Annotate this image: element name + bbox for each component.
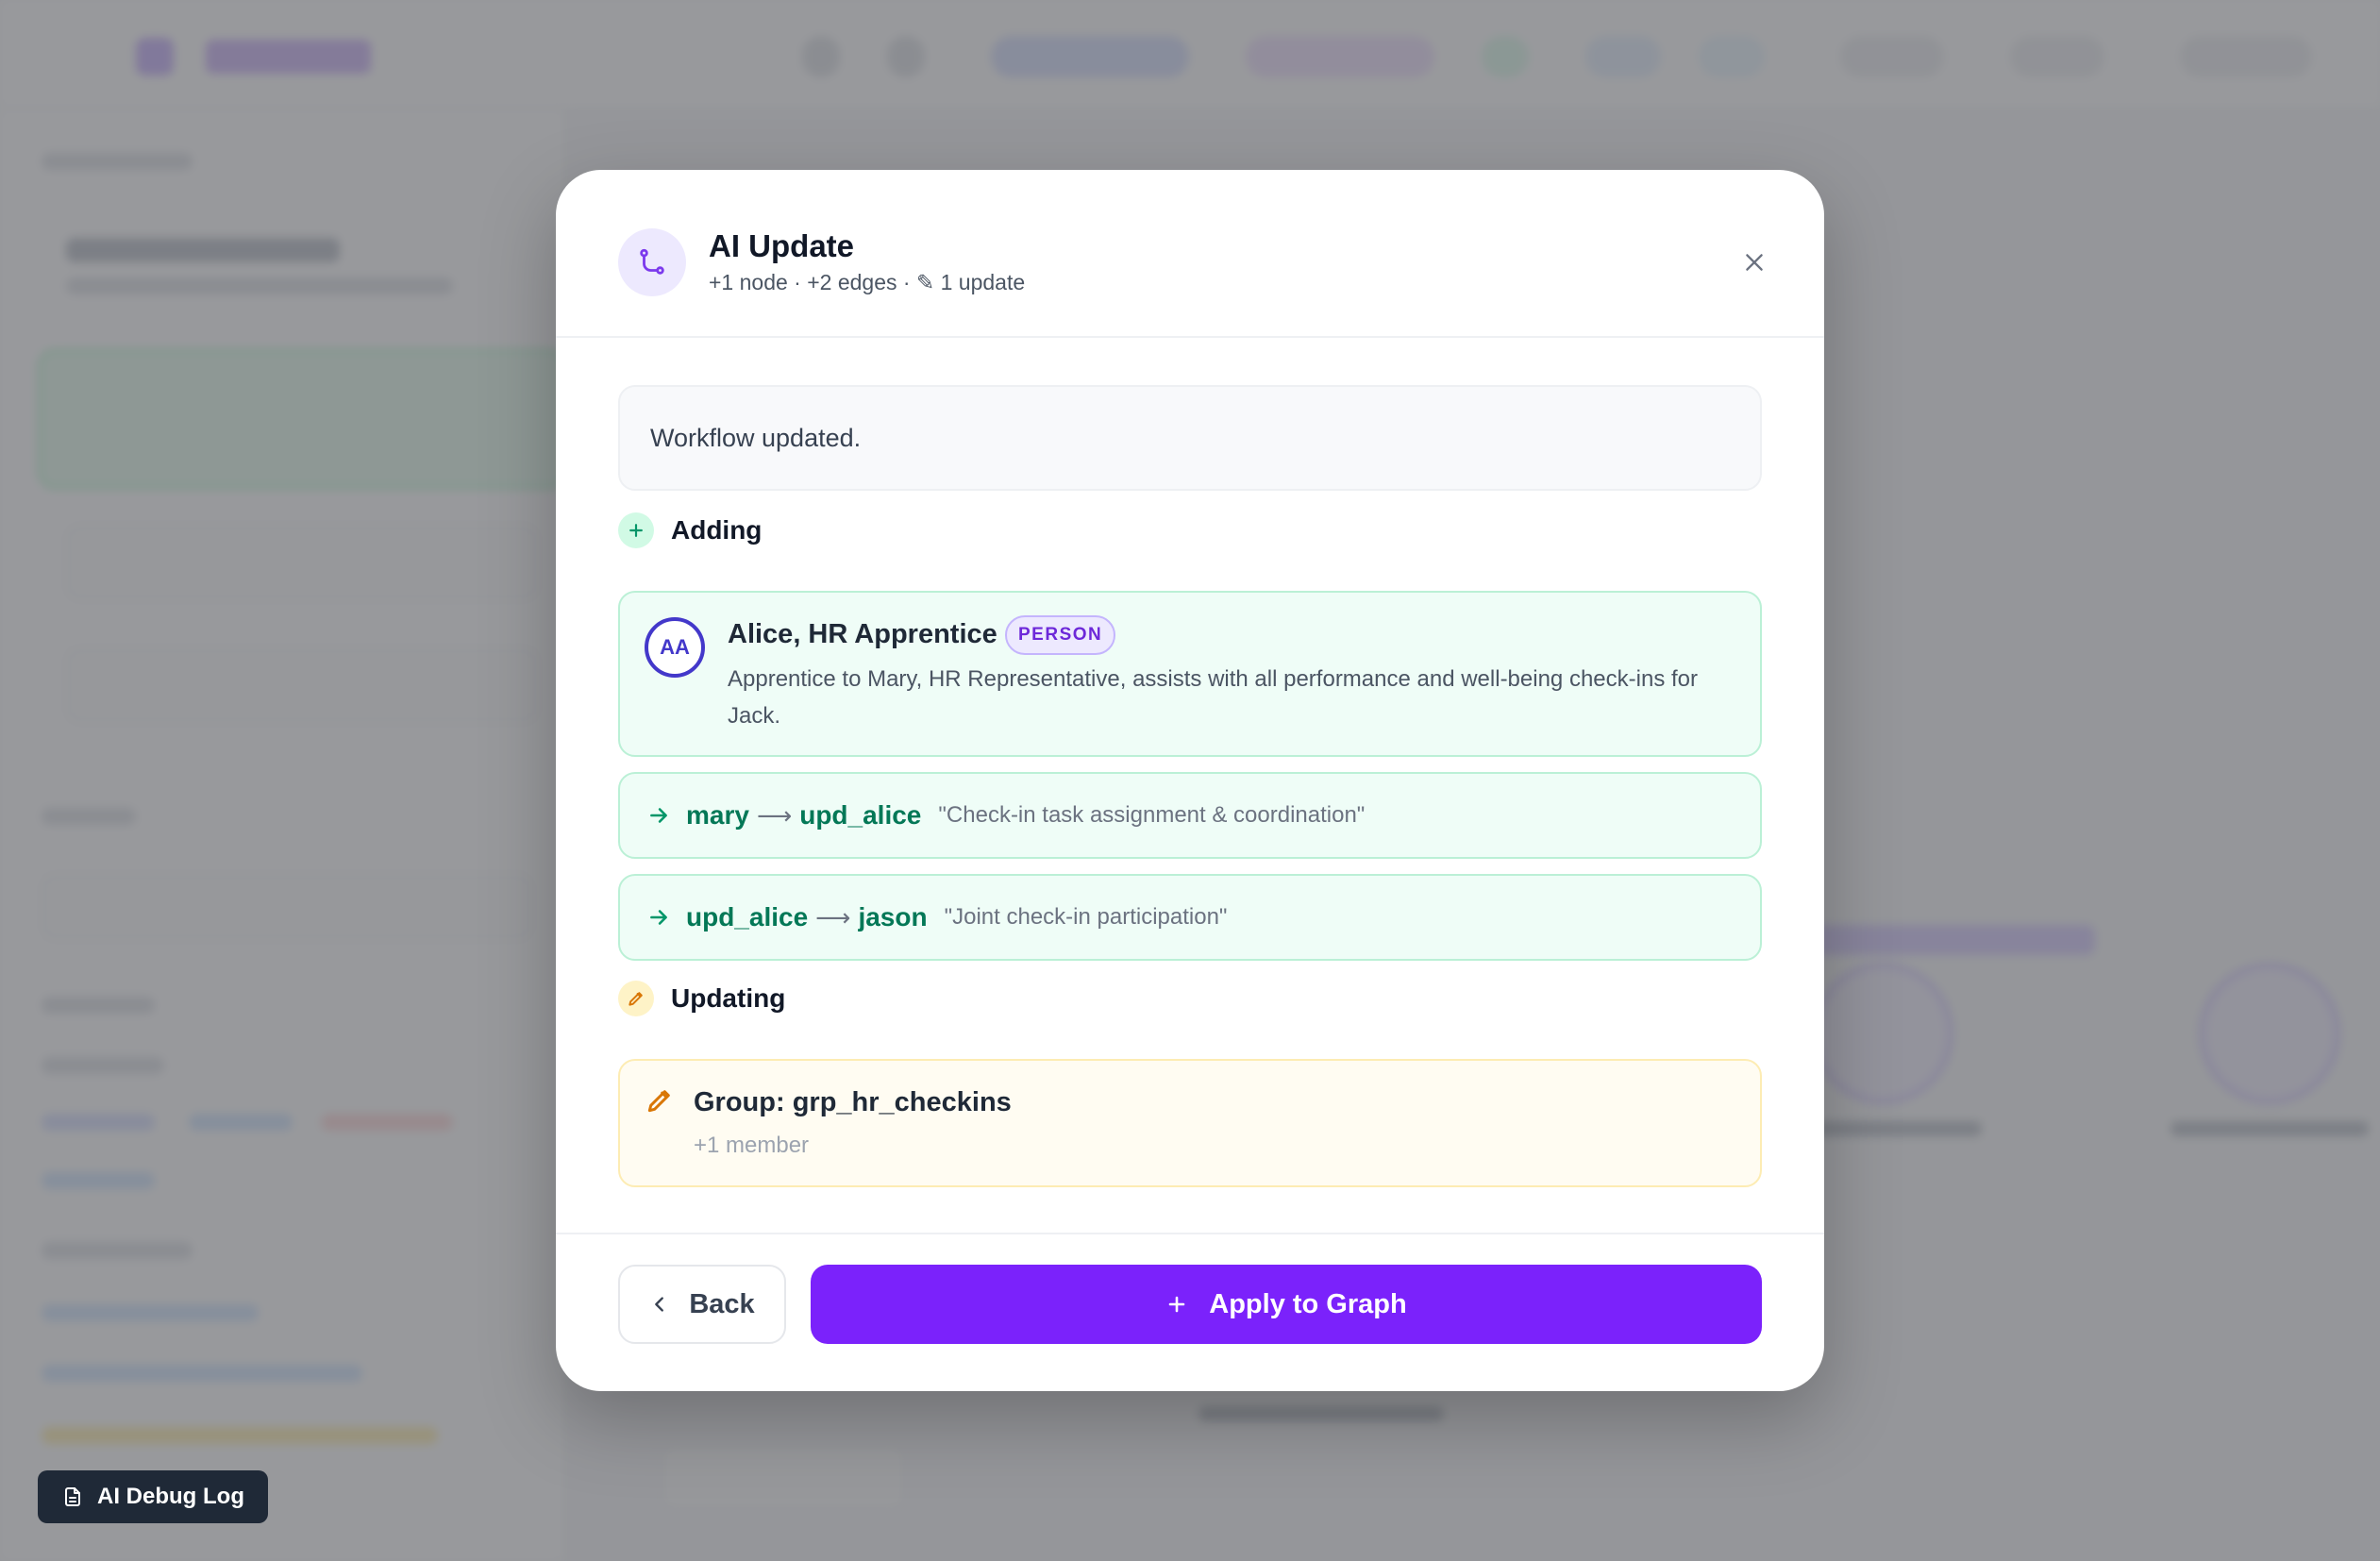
added-node-description: Apprentice to Mary, HR Representative, a… <box>728 666 1698 729</box>
dialog-footer: Back Apply to Graph <box>556 1233 1824 1391</box>
document-icon <box>65 1487 80 1506</box>
ai-debug-log-button[interactable]: AI Debug Log <box>38 1470 268 1523</box>
added-node-name: Alice, HR Apprentice <box>728 619 997 649</box>
arrow-right-icon <box>650 808 667 823</box>
added-edge-card: upd_alice ⟶ jason "Joint check-in partic… <box>618 874 1762 961</box>
dialog-change-summary: +1 node · +2 edges · ✎ 1 update <box>709 270 1026 294</box>
edge-label: "Check-in task assignment & coordination… <box>938 802 1366 828</box>
edge-target: upd_alice <box>799 800 922 830</box>
edge-source: upd_alice <box>686 902 809 932</box>
plus-icon <box>1168 1296 1185 1313</box>
apply-button-label: Apply to Graph <box>1209 1288 1407 1319</box>
edge-arrow: ⟶ <box>815 902 851 932</box>
updating-section-label: Updating <box>671 983 786 1013</box>
arrow-right-icon <box>650 910 667 925</box>
pencil-icon <box>647 1090 670 1113</box>
updated-item-detail: +1 member <box>694 1133 810 1158</box>
edge-source: mary <box>686 800 749 830</box>
updated-item-title: Group: grp_hr_checkins <box>694 1087 1012 1117</box>
ai-debug-log-label: AI Debug Log <box>97 1484 244 1509</box>
updated-item-card: Group: grp_hr_checkins +1 member <box>618 1059 1762 1187</box>
plus-icon <box>618 512 654 548</box>
updating-section-heading: Updating <box>618 980 785 1017</box>
close-icon <box>1746 254 1763 271</box>
edge-label: "Joint check-in participation" <box>944 904 1228 930</box>
close-button[interactable] <box>1730 238 1779 287</box>
edge-arrow: ⟶ <box>756 800 793 830</box>
node-type-badge: PERSON <box>1005 615 1116 655</box>
workflow-branch-icon <box>618 228 686 296</box>
apply-to-graph-button[interactable]: Apply to Graph <box>811 1265 1762 1344</box>
adding-section-heading: Adding <box>618 512 762 549</box>
chevron-left-icon <box>655 1297 664 1312</box>
added-edge-card: mary ⟶ upd_alice "Check-in task assignme… <box>618 772 1762 859</box>
ai-update-dialog: AI Update +1 node · +2 edges · ✎ 1 updat… <box>556 170 1824 1391</box>
dialog-title: AI Update <box>709 228 855 263</box>
added-node-card: AA Alice, HR Apprentice PERSON Apprentic… <box>618 591 1762 757</box>
adding-section-label: Adding <box>671 515 763 545</box>
dialog-header: AI Update +1 node · +2 edges · ✎ 1 updat… <box>556 170 1824 338</box>
pencil-icon <box>618 981 654 1016</box>
back-button[interactable]: Back <box>618 1265 786 1344</box>
avatar: AA <box>645 617 705 678</box>
update-summary-message: Workflow updated. <box>618 385 1762 491</box>
back-button-label: Back <box>689 1288 755 1319</box>
edge-target: jason <box>858 902 928 932</box>
